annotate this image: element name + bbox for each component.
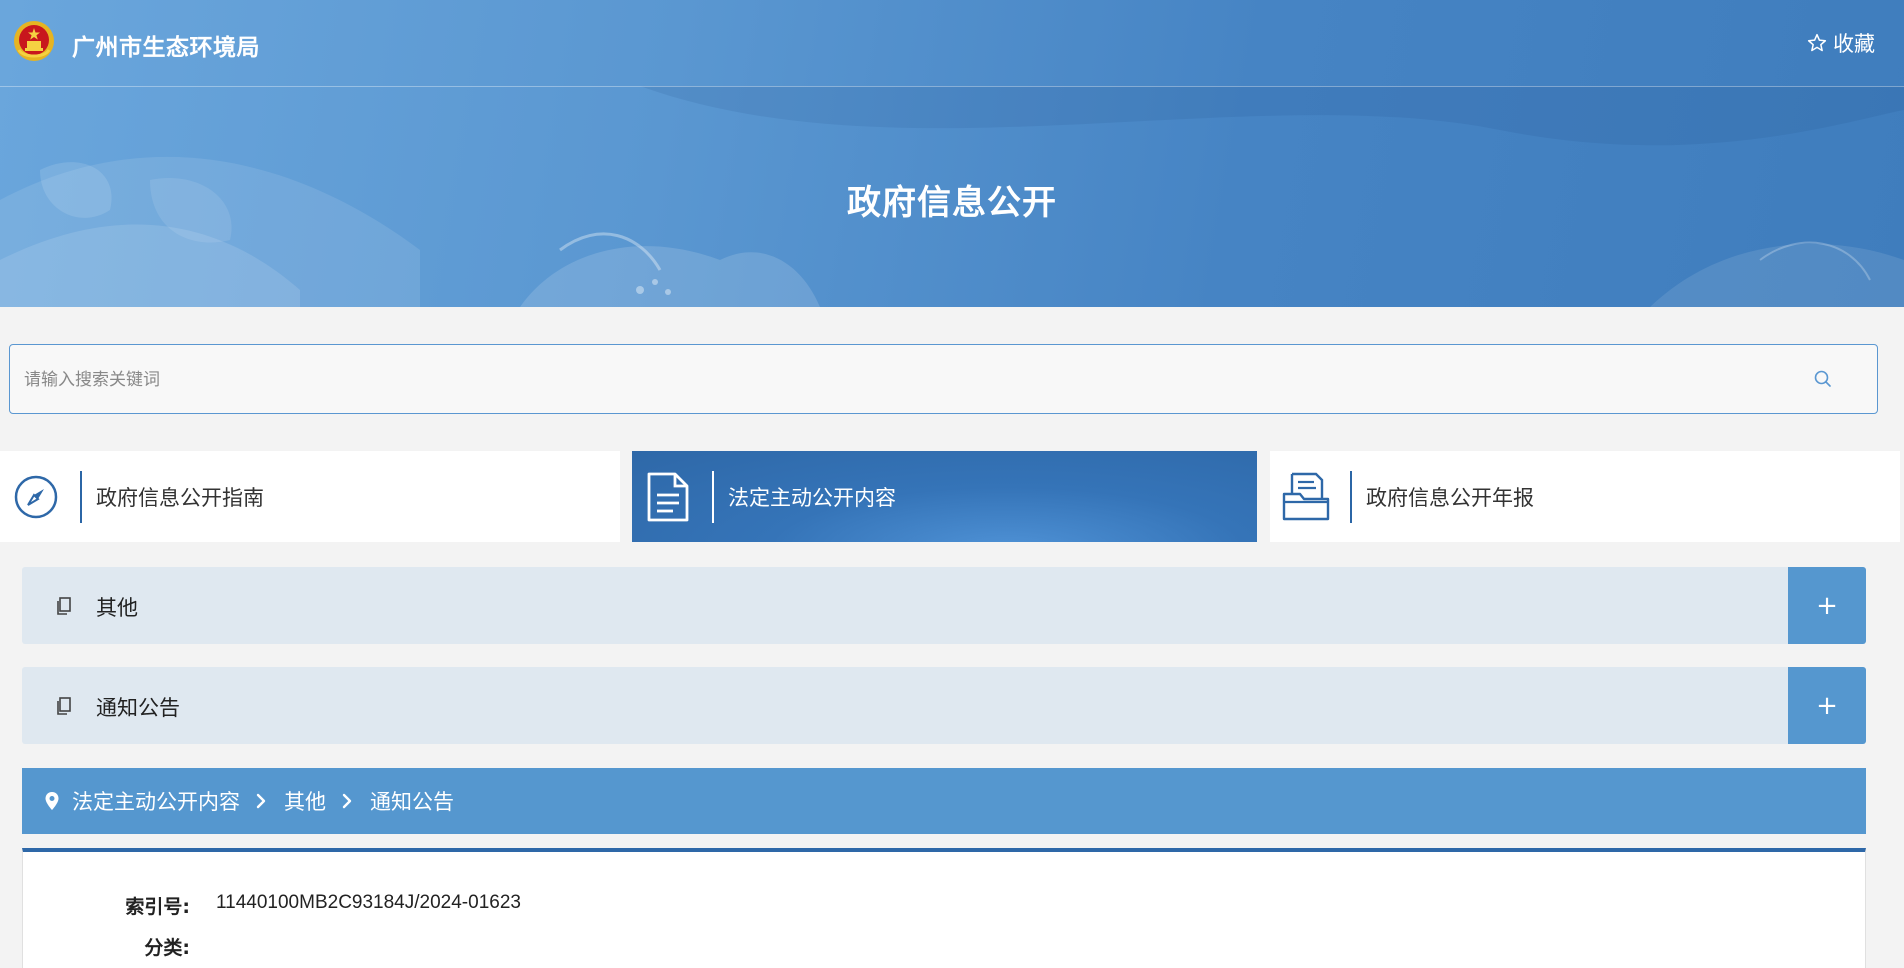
favorite-button[interactable]: 收藏 xyxy=(1807,28,1875,58)
accordion-notices[interactable]: 通知公告 + xyxy=(22,667,1866,744)
search-bar xyxy=(9,344,1878,415)
tab-divider xyxy=(80,470,82,523)
breadcrumb-item[interactable]: 通知公告 xyxy=(370,786,454,816)
document-icon xyxy=(640,469,696,525)
accordion-label: 通知公告 xyxy=(96,696,180,720)
chevron-right-icon xyxy=(342,793,352,809)
expand-button[interactable]: + xyxy=(1788,667,1866,744)
breadcrumb: 法定主动公开内容 其他 通知公告 xyxy=(22,768,1866,834)
search-input[interactable] xyxy=(22,345,1786,415)
folder-document-icon xyxy=(1278,469,1334,525)
copy-icon xyxy=(57,597,71,615)
tab-label: 政府信息公开指南 xyxy=(96,485,264,510)
tab-label: 政府信息公开年报 xyxy=(1366,485,1534,510)
top-bar: 广州市生态环境局 收藏 xyxy=(0,0,1904,87)
star-icon xyxy=(1807,33,1827,52)
copy-icon xyxy=(57,697,71,715)
accordion-other[interactable]: 其他 + xyxy=(22,567,1866,644)
detail-key: 分类: xyxy=(144,937,190,959)
tab-annual-report[interactable]: 政府信息公开年报 xyxy=(1270,451,1900,542)
national-emblem-icon xyxy=(14,21,54,61)
search-icon[interactable] xyxy=(1813,369,1833,389)
expand-button[interactable]: + xyxy=(1788,567,1866,644)
compass-icon xyxy=(8,469,64,525)
accordion-label: 其他 xyxy=(96,596,138,620)
document-details: 索引号: 11440100MB2C93184J/2024-01623 分类: xyxy=(22,848,1866,968)
header-banner: 广州市生态环境局 收藏 政府信息公开 xyxy=(0,0,1904,307)
breadcrumb-item[interactable]: 其他 xyxy=(284,786,326,816)
location-pin-icon xyxy=(45,792,59,810)
tab-divider xyxy=(712,470,714,523)
page-title: 政府信息公开 xyxy=(847,183,1057,223)
tab-divider xyxy=(1350,470,1352,523)
breadcrumb-item[interactable]: 法定主动公开内容 xyxy=(72,786,240,816)
chevron-right-icon xyxy=(256,793,266,809)
tab-statutory-content[interactable]: 法定主动公开内容 xyxy=(632,451,1257,542)
tab-disclosure-guide[interactable]: 政府信息公开指南 xyxy=(0,451,620,542)
site-title[interactable]: 广州市生态环境局 xyxy=(72,28,260,62)
favorite-label: 收藏 xyxy=(1833,32,1875,56)
detail-key: 索引号: xyxy=(125,896,190,918)
detail-value: 11440100MB2C93184J/2024-01623 xyxy=(216,892,521,913)
tab-label: 法定主动公开内容 xyxy=(728,485,896,510)
